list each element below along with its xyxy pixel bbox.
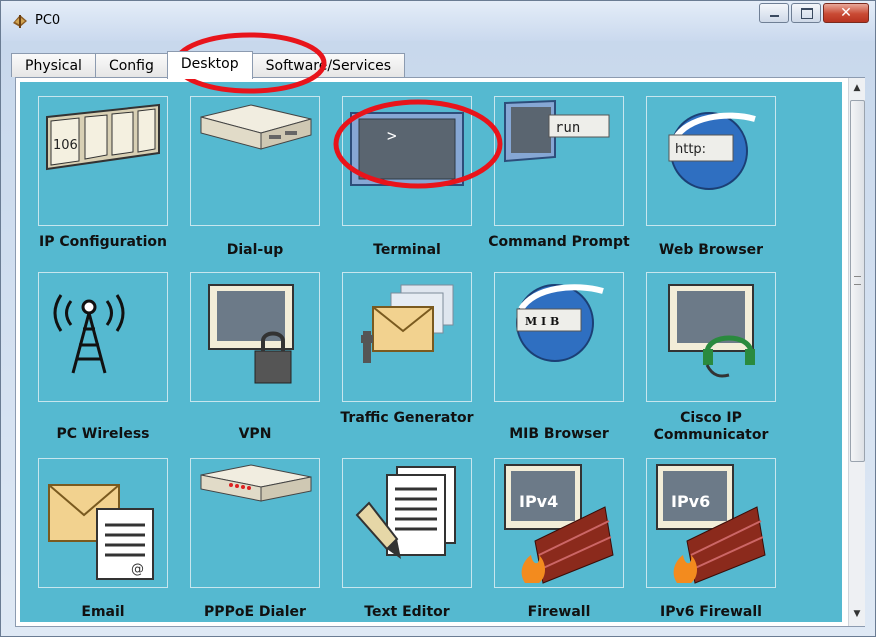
tab-software-services[interactable]: Software/Services	[251, 53, 406, 77]
scroll-down-arrow-icon[interactable]: ▼	[849, 606, 865, 622]
app-label: Text Editor	[364, 604, 450, 620]
text-editor-icon	[342, 458, 472, 588]
app-cisco-ip-communicator[interactable]: Cisco IP Communicator	[636, 272, 786, 452]
minimize-button[interactable]	[759, 3, 789, 23]
desktop-content: 106 IP Configuration Dial-up > Terminal …	[15, 77, 865, 627]
wireless-antenna-icon	[38, 272, 168, 402]
app-pppoe-dialer[interactable]: PPPoE Dialer	[180, 458, 330, 622]
app-label: MIB Browser	[509, 426, 609, 442]
terminal-icon: >	[342, 96, 472, 226]
traffic-generator-icon	[342, 272, 472, 402]
app-terminal[interactable]: > Terminal	[332, 96, 482, 276]
vertical-scrollbar[interactable]: ▲ ▼	[848, 78, 865, 626]
app-mib-browser[interactable]: M I B MIB Browser	[484, 272, 634, 452]
app-text-editor[interactable]: Text Editor	[332, 458, 482, 622]
firewall-icon: IPv4	[494, 458, 624, 588]
email-icon: @	[38, 458, 168, 588]
grip-icon	[854, 276, 861, 285]
app-label: VPN	[238, 426, 272, 442]
app-dial-up[interactable]: Dial-up	[180, 96, 330, 276]
app-label: IPv6 Firewall	[660, 604, 762, 620]
app-command-prompt[interactable]: run Command Prompt	[484, 96, 634, 276]
app-label: Traffic Generator	[340, 410, 474, 426]
svg-text:>: >	[387, 126, 397, 145]
svg-text:run: run	[555, 120, 580, 136]
tab-config[interactable]: Config	[94, 53, 168, 77]
scrollbar-thumb[interactable]	[850, 100, 865, 462]
close-icon: ✕	[840, 5, 852, 21]
svg-text:IPv4: IPv4	[519, 492, 558, 511]
app-ipv6-firewall[interactable]: IPv6 IPv6 Firewall	[636, 458, 786, 622]
svg-text:@: @	[131, 562, 144, 577]
title-bar[interactable]: PC0 ✕	[1, 1, 875, 41]
app-label: PC Wireless	[56, 426, 150, 442]
maximize-button[interactable]	[791, 3, 821, 23]
command-prompt-icon: run	[494, 96, 624, 226]
tab-desktop[interactable]: Desktop	[166, 51, 253, 79]
svg-text:106: 106	[53, 138, 78, 153]
maximize-icon	[801, 8, 813, 19]
web-browser-icon: http:	[646, 96, 776, 226]
app-label: Dial-up	[226, 242, 284, 258]
app-label: IP Configuration	[39, 234, 167, 250]
app-label: PPPoE Dialer	[204, 604, 306, 620]
app-ip-configuration[interactable]: 106 IP Configuration	[28, 96, 178, 276]
app-pc-wireless[interactable]: PC Wireless	[28, 272, 178, 452]
svg-text:M I B: M I B	[525, 315, 559, 328]
tab-physical[interactable]: Physical	[11, 53, 96, 77]
app-label: Web Browser	[658, 242, 764, 258]
app-email[interactable]: @ Email	[28, 458, 178, 622]
svg-text:http:: http:	[675, 142, 706, 157]
app-label: Firewall	[527, 604, 591, 620]
minimize-icon	[770, 15, 779, 17]
app-traffic-generator[interactable]: Traffic Generator	[332, 272, 482, 452]
window-title: PC0	[35, 13, 61, 28]
app-label: Cisco IP Communicator	[653, 410, 769, 443]
desktop-apps-grid: 106 IP Configuration Dial-up > Terminal …	[20, 82, 842, 622]
app-label: Command Prompt	[488, 234, 630, 250]
vpn-lock-icon	[190, 272, 320, 402]
tab-bar: Physical Config Desktop Software/Service…	[11, 51, 406, 79]
app-label: Email	[81, 604, 125, 620]
app-web-browser[interactable]: http: Web Browser	[636, 96, 786, 276]
ipv6-firewall-icon: IPv6	[646, 458, 776, 588]
app-label: Terminal	[373, 242, 441, 258]
scroll-up-arrow-icon[interactable]: ▲	[849, 80, 865, 96]
pppoe-dialer-icon	[190, 458, 320, 588]
svg-text:IPv6: IPv6	[671, 492, 710, 511]
packet-tracer-pc-icon	[13, 15, 27, 28]
modem-icon	[190, 96, 320, 226]
close-button[interactable]: ✕	[823, 3, 869, 23]
window: PC0 ✕ Physical Config Desktop Software/S…	[0, 0, 876, 637]
ip-communicator-headset-icon	[646, 272, 776, 402]
ip-configuration-icon: 106	[38, 96, 168, 226]
app-firewall[interactable]: IPv4 Firewall	[484, 458, 634, 622]
app-vpn[interactable]: VPN	[180, 272, 330, 452]
mib-browser-icon: M I B	[494, 272, 624, 402]
